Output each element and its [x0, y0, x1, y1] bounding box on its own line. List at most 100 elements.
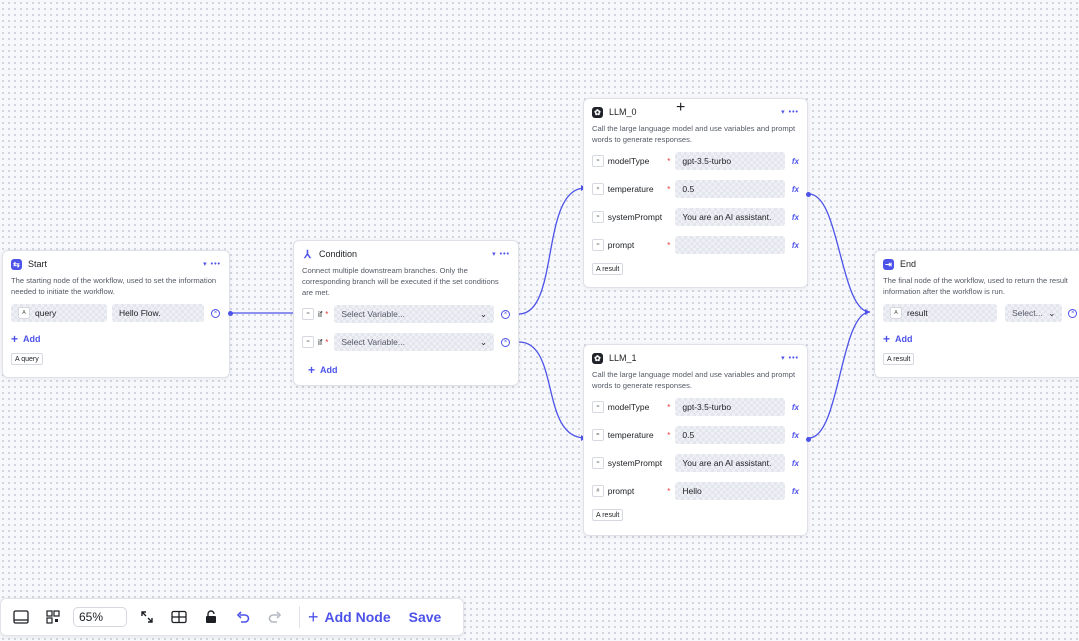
- fit-view-button[interactable]: [135, 605, 159, 629]
- output-port[interactable]: [806, 437, 811, 442]
- required-mark: *: [325, 337, 329, 347]
- output-tag: A result: [592, 263, 624, 275]
- system-prompt-input[interactable]: You are an AI assistant.: [675, 208, 784, 226]
- start-node-description: The starting node of the workflow, used …: [11, 276, 217, 296]
- zoom-level-input[interactable]: 65%: [73, 607, 127, 627]
- end-node-title: End: [900, 259, 917, 269]
- string-type-icon: A: [890, 307, 902, 319]
- expand-icon: [141, 611, 153, 623]
- more-icon[interactable]: •••: [500, 251, 510, 258]
- redo-icon: [268, 611, 282, 623]
- plus-icon: +: [883, 332, 891, 346]
- llm1-node-description: Call the large language model and use va…: [592, 370, 796, 390]
- crosshair-cursor-icon: +: [676, 99, 686, 116]
- type-icon: =: [592, 429, 604, 441]
- workflow-canvas[interactable]: ⇆ Start ▾ ••• The starting node of the w…: [0, 0, 1079, 641]
- output-port[interactable]: [806, 192, 811, 197]
- chevron-down-icon: ⌄: [479, 308, 488, 319]
- save-button[interactable]: Save: [409, 609, 442, 625]
- result-select-dropdown[interactable]: Select... ⌄: [1005, 304, 1062, 322]
- output-tag: A result: [592, 509, 624, 521]
- expression-icon[interactable]: fx: [792, 213, 799, 222]
- system-prompt-input[interactable]: You are an AI assistant.: [675, 454, 784, 472]
- llm1-node[interactable]: ✿ LLM_1 ▾ ••• Call the large language mo…: [583, 344, 811, 536]
- chevron-down-icon[interactable]: ▾: [781, 354, 785, 362]
- condition-node-title: Condition: [319, 249, 358, 259]
- type-icon: ×: [592, 183, 604, 195]
- condition-node[interactable]: ⅄ Condition ▾ ••• Connect multiple downs…: [293, 240, 519, 386]
- variable-name-value: query: [35, 308, 57, 318]
- grid-view-button[interactable]: [167, 605, 191, 629]
- unlock-icon: [206, 610, 216, 623]
- plus-icon: +: [308, 363, 316, 377]
- required-mark: *: [667, 402, 671, 412]
- expression-icon[interactable]: fx: [792, 241, 799, 250]
- type-icon: ≈: [592, 155, 604, 167]
- branch-icon: ⅄: [304, 248, 311, 261]
- openai-icon: ✿: [592, 106, 603, 118]
- expression-icon[interactable]: fx: [792, 157, 799, 166]
- required-mark: *: [325, 309, 329, 319]
- select-variable-dropdown[interactable]: Select Variable... ⌄: [334, 305, 494, 323]
- start-icon: ⇆: [11, 258, 22, 270]
- temperature-input[interactable]: 0.5: [675, 180, 784, 198]
- add-branch-button[interactable]: + Add: [308, 363, 338, 377]
- chevron-down-icon[interactable]: ▾: [203, 260, 207, 268]
- remove-icon[interactable]: ×: [1068, 308, 1077, 318]
- remove-icon[interactable]: ×: [211, 308, 220, 318]
- more-icon[interactable]: •••: [789, 355, 799, 362]
- expression-icon[interactable]: fx: [792, 403, 799, 412]
- more-icon[interactable]: •••: [789, 109, 799, 116]
- expression-icon[interactable]: fx: [792, 431, 799, 440]
- field-label: prompt: [607, 486, 635, 496]
- add-node-button[interactable]: + Add Node: [308, 607, 391, 628]
- auto-layout-icon: [46, 610, 60, 624]
- required-mark: *: [667, 184, 671, 194]
- required-mark: *: [667, 240, 671, 250]
- branch-type-icon: ≈: [302, 336, 314, 348]
- minimap-toggle-button[interactable]: [9, 605, 33, 629]
- edge-condition-llm1: [518, 341, 586, 439]
- type-icon: ≈: [592, 239, 604, 251]
- output-port[interactable]: [228, 311, 233, 316]
- undo-button[interactable]: [231, 605, 255, 629]
- chevron-down-icon[interactable]: ▾: [492, 250, 496, 258]
- prompt-input[interactable]: [675, 236, 784, 254]
- remove-icon[interactable]: ×: [501, 309, 511, 319]
- type-icon: #: [592, 485, 604, 497]
- expression-icon[interactable]: fx: [792, 487, 799, 496]
- add-variable-button[interactable]: + Add: [11, 333, 41, 345]
- chevron-down-icon[interactable]: ▾: [781, 108, 785, 116]
- output-tag: A result: [883, 353, 915, 365]
- expression-icon[interactable]: fx: [792, 185, 799, 194]
- result-variable-value: result: [907, 308, 928, 318]
- more-icon[interactable]: •••: [211, 261, 221, 268]
- model-type-input[interactable]: gpt-3.5-turbo: [675, 152, 784, 170]
- temperature-input[interactable]: 0.5: [675, 426, 784, 444]
- bottom-toolbar: 65% + Add Node Save: [0, 598, 464, 636]
- redo-button[interactable]: [263, 605, 287, 629]
- end-node[interactable]: ⇥ End The final node of the workflow, us…: [874, 250, 1079, 378]
- end-icon: ⇥: [883, 258, 894, 270]
- branch-keyword: if: [317, 309, 323, 319]
- required-mark: *: [667, 156, 671, 166]
- expression-icon[interactable]: fx: [792, 459, 799, 468]
- type-icon: ≈: [592, 401, 604, 413]
- llm0-node[interactable]: ✿ LLM_0 ▾ ••• Call the large language mo…: [583, 98, 811, 288]
- select-variable-dropdown[interactable]: Select Variable... ⌄: [334, 333, 494, 351]
- remove-icon[interactable]: ×: [501, 337, 511, 347]
- result-variable-field[interactable]: A result: [883, 304, 997, 322]
- start-node[interactable]: ⇆ Start ▾ ••• The starting node of the w…: [2, 250, 233, 378]
- edge-llm1-end: [808, 311, 871, 439]
- layout-button[interactable]: [41, 605, 65, 629]
- type-icon: ≈: [592, 211, 604, 223]
- model-type-input[interactable]: gpt-3.5-turbo: [675, 398, 784, 416]
- variable-value-field[interactable]: Hello Flow.: [112, 304, 204, 322]
- prompt-input[interactable]: Hello: [675, 482, 784, 500]
- grid-icon: [171, 610, 187, 624]
- lock-button[interactable]: [199, 605, 223, 629]
- variable-name-field[interactable]: A query: [11, 304, 107, 322]
- undo-icon: [236, 611, 250, 623]
- toolbar-divider: [299, 606, 300, 628]
- add-output-button[interactable]: + Add: [883, 332, 913, 346]
